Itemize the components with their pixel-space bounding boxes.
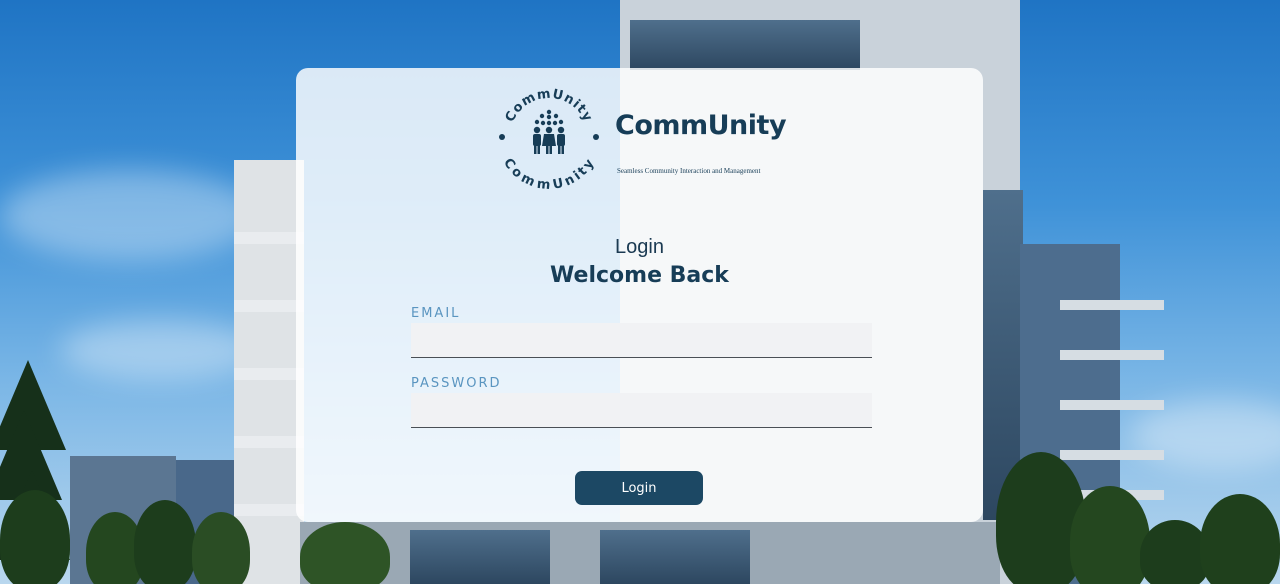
logo-ring-text-bottom: CommUnity [500,156,597,190]
community-people-icon [533,109,565,154]
password-field[interactable] [411,393,872,428]
svg-text:CommUnity: CommUnity [500,156,598,190]
login-button[interactable]: Login [575,471,703,505]
password-label: PASSWORD [411,376,502,391]
login-card: CommUnity CommUnity CommUnity Seamless C… [296,68,983,522]
brand-name: CommUnity [615,110,787,141]
welcome-heading: Welcome Back [550,263,729,288]
brand-tagline: Seamless Community Interaction and Manag… [617,167,761,175]
brand-logo: CommUnity CommUnity CommUnity Seamless C… [496,84,796,194]
email-field[interactable] [411,323,872,358]
logo-ring: CommUnity CommUnity [499,86,599,190]
login-title: Login [615,236,664,258]
email-label: EMAIL [411,306,461,321]
